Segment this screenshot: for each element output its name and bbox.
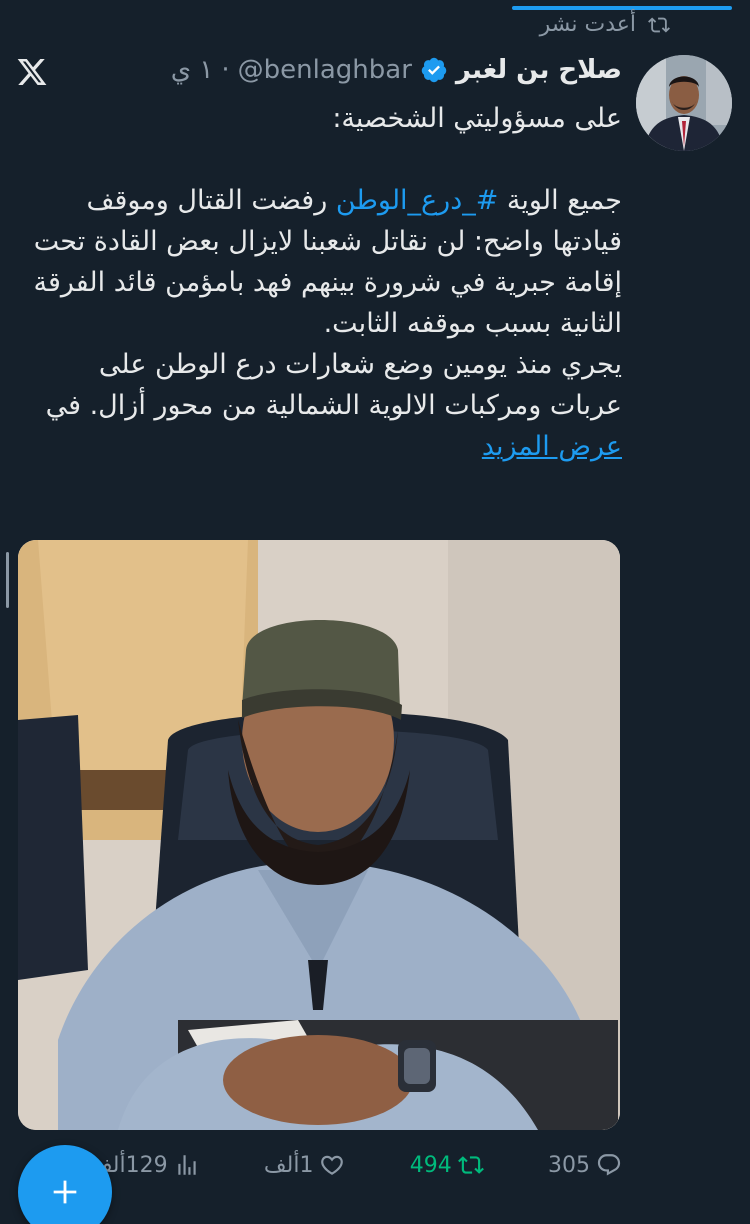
tweet-image[interactable] bbox=[18, 540, 620, 1130]
tweet-screen: أعدت نشر صلاح بن لغبر @benlaghbar · ١ ي … bbox=[0, 0, 750, 1224]
show-more-link[interactable]: عرض المزيد bbox=[482, 431, 622, 462]
like-button[interactable]: 1ألف bbox=[264, 1152, 346, 1178]
author-handle[interactable]: @benlaghbar bbox=[238, 55, 412, 85]
views-icon bbox=[177, 1155, 196, 1175]
progress-indicator bbox=[512, 6, 732, 10]
tweet-header: صلاح بن لغبر @benlaghbar · ١ ي bbox=[171, 55, 622, 85]
tweet-body: على مسؤوليتي الشخصية: جميع الوية #_درع_ا… bbox=[22, 98, 622, 467]
scroll-indicator bbox=[6, 552, 9, 608]
top-progress-bar bbox=[0, 0, 750, 12]
like-count: 1ألف bbox=[263, 1152, 314, 1178]
intro-line: على مسؤوليتي الشخصية: bbox=[332, 103, 622, 134]
avatar-photo bbox=[636, 55, 732, 151]
separator-dot: · bbox=[221, 55, 230, 85]
reply-button[interactable]: 305 bbox=[548, 1152, 622, 1178]
paragraph-1: جميع الوية #_درع_الوطن رفضت القتال وموقف… bbox=[22, 180, 622, 344]
retweet-icon bbox=[648, 17, 670, 32]
photo-man-seated bbox=[18, 540, 620, 1130]
plus-icon bbox=[53, 1180, 77, 1204]
avatar[interactable] bbox=[636, 55, 732, 151]
retweet-icon bbox=[457, 1156, 484, 1174]
retweet-button[interactable]: 494 bbox=[410, 1152, 484, 1178]
like-icon bbox=[321, 1155, 344, 1175]
author-name[interactable]: صلاح بن لغبر bbox=[456, 55, 622, 85]
reply-count: 305 bbox=[548, 1152, 590, 1178]
paragraph-1-prefix: جميع الوية bbox=[498, 185, 622, 216]
paragraph-2: يجري منذ يومين وضع شعارات درع الوطن على … bbox=[22, 344, 622, 467]
retweet-context[interactable]: أعدت نشر bbox=[540, 12, 672, 37]
x-logo-icon[interactable] bbox=[16, 56, 48, 88]
tweet-actions: 305 494 1ألف 129ألف bbox=[90, 1143, 622, 1187]
retweet-label: أعدت نشر bbox=[539, 12, 636, 37]
hashtag-link[interactable]: #_درع_الوطن bbox=[336, 185, 499, 216]
retweet-count: 494 bbox=[409, 1152, 452, 1178]
paragraph-2-text: يجري منذ يومين وضع شعارات درع الوطن على … bbox=[45, 349, 622, 421]
timestamp[interactable]: ١ ي bbox=[171, 55, 214, 85]
reply-icon bbox=[597, 1154, 621, 1176]
verified-icon bbox=[421, 57, 447, 83]
